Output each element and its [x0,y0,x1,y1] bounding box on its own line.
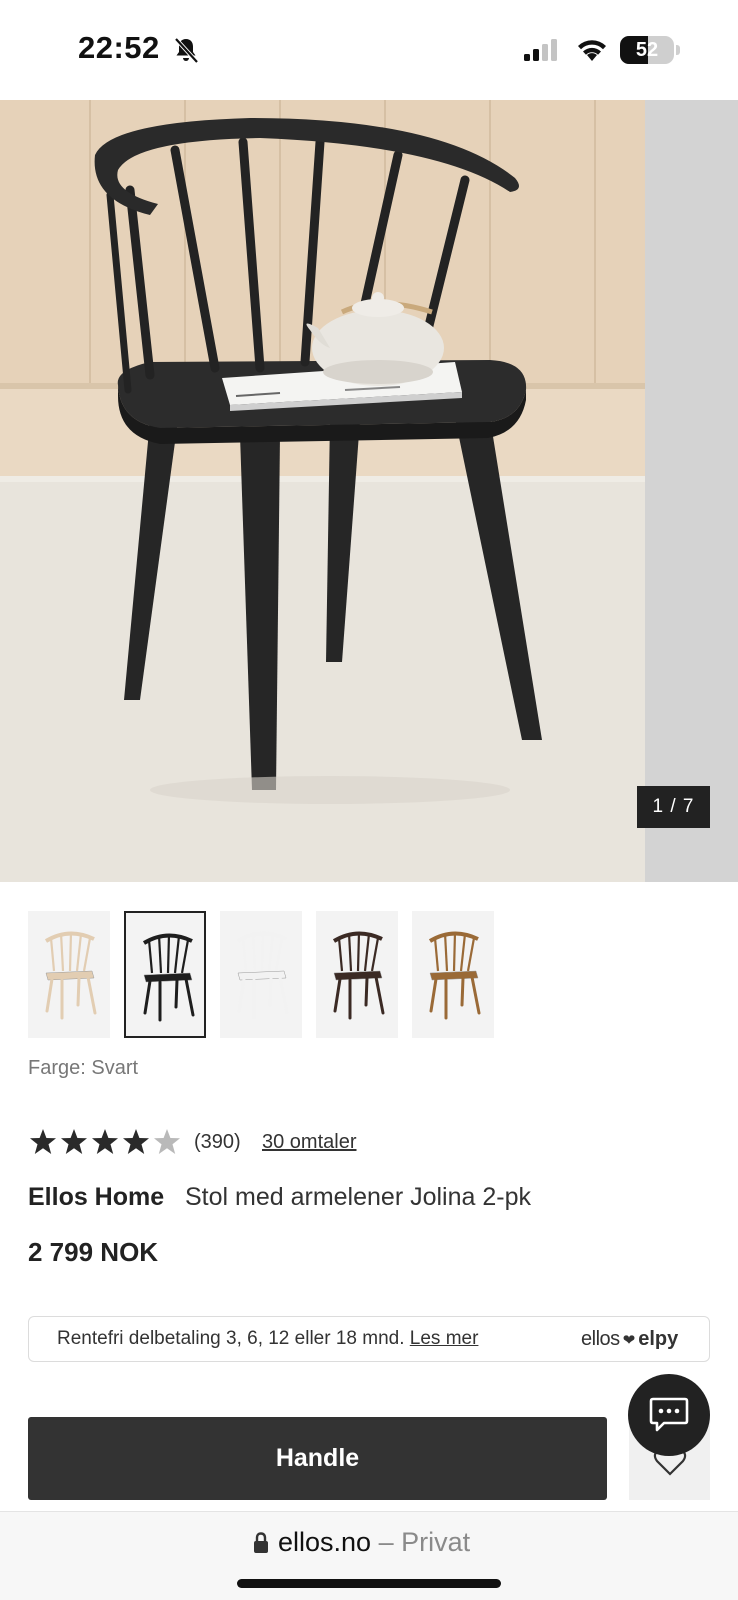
rating-count: (390) [194,1131,241,1153]
product-main-image[interactable] [0,100,645,882]
url-separator: – [378,1527,394,1557]
lock-icon [254,1532,268,1553]
financing-logos: ellos ❤ elpy [581,1328,678,1351]
star-filled-icon [92,1129,118,1154]
chair-thumbnail-image [332,931,385,1020]
home-indicator [237,1579,501,1588]
product-brand[interactable]: Ellos Home [28,1183,164,1212]
chair-thumbnail-image [428,931,481,1020]
chair-thumbnail-image [44,931,97,1020]
chair-thumbnail-image [142,933,195,1022]
add-to-cart-button[interactable]: Handle [28,1417,607,1500]
heart-icon: ❤ [622,1332,636,1349]
elpy-logo: elpy [638,1328,679,1350]
image-counter: 1 / 7 [637,786,710,828]
selected-color-label: Farge: Svart [28,1057,139,1079]
financing-text: Rentefri delbetaling 3, 6, 12 eller 18 m… [57,1328,478,1350]
browser-address-bar[interactable]: ellos.no – Privat [0,1511,738,1600]
financing-description: Rentefri delbetaling 3, 6, 12 eller 18 m… [57,1328,405,1349]
star-empty-icon [154,1129,180,1154]
color-thumbnail[interactable] [316,911,398,1038]
chat-button[interactable] [628,1374,710,1456]
color-thumbnail[interactable] [220,911,302,1038]
color-thumbnail[interactable] [412,911,494,1038]
product-price: 2 799 NOK [28,1237,159,1267]
cellular-signal-icon [524,39,557,61]
chat-bubble-icon [649,1397,689,1432]
wifi-icon [578,40,606,61]
status-bar: 22:52 52 [0,0,738,100]
color-thumbnail[interactable] [124,911,206,1038]
status-time: 22:52 [78,30,160,65]
battery-tip [676,45,680,55]
bell-slash-icon [174,37,199,64]
product-image-carousel[interactable]: 1 / 7 [0,100,738,882]
battery-icon: 52 [620,36,674,64]
color-thumbnail[interactable] [28,911,110,1038]
star-filled-icon [30,1129,56,1154]
url-domain: ellos.no [278,1527,372,1557]
chair-thumbnail-image [236,931,289,1020]
read-more-link[interactable]: Les mer [410,1328,479,1349]
private-mode-label: Privat [401,1527,471,1557]
star-filled-icon [123,1129,149,1154]
product-title: Stol med armelener Jolina 2-pk [185,1183,531,1211]
url-text[interactable]: ellos.no – Privat [278,1527,470,1558]
financing-banner[interactable]: Rentefri delbetaling 3, 6, 12 eller 18 m… [28,1316,710,1362]
battery-percentage: 52 [635,39,659,61]
reviews-link[interactable]: 30 omtaler [262,1131,357,1154]
star-filled-icon [61,1129,87,1154]
ellos-logo: ellos [581,1328,620,1350]
